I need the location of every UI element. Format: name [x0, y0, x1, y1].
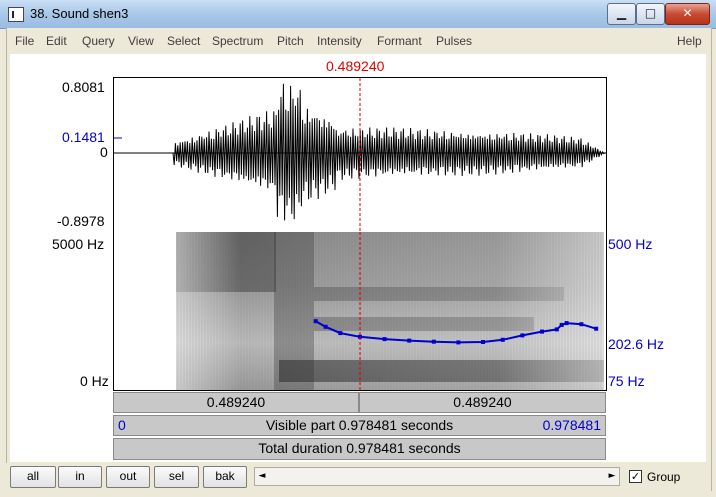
zoom-sel-button[interactable]: sel: [154, 466, 199, 488]
pitch-point: [323, 324, 328, 329]
pitch-point: [559, 322, 564, 327]
pitch-point: [594, 326, 599, 331]
pitch-point: [579, 322, 584, 327]
menu-bar: File Edit Query View Select Spectrum Pit…: [6, 30, 710, 52]
waveform-max-label: 0.8081: [62, 79, 105, 95]
pitch-value-label: 202.6 Hz: [608, 336, 665, 352]
pitch-point: [382, 337, 387, 342]
close-button[interactable]: ✕: [665, 3, 710, 25]
menu-help[interactable]: Help: [677, 34, 702, 48]
pitch-point: [338, 331, 343, 336]
menu-pulses[interactable]: Pulses: [436, 34, 472, 48]
cursor-time-label: 0.489240: [326, 58, 385, 74]
menu-formant[interactable]: Formant: [377, 34, 422, 48]
pitch-bottom-label: 75 Hz: [608, 373, 645, 389]
group-checkbox[interactable]: ✓: [629, 470, 642, 483]
pitch-point: [407, 338, 412, 343]
menu-spectrum[interactable]: Spectrum: [212, 34, 263, 48]
waveform-panel[interactable]: [113, 77, 607, 234]
menu-select[interactable]: Select: [167, 34, 200, 48]
menu-edit[interactable]: Edit: [46, 34, 67, 48]
menu-file[interactable]: File: [15, 34, 34, 48]
left-segment-bar[interactable]: 0.489240: [113, 392, 359, 413]
pitch-point: [564, 321, 569, 326]
maximize-button[interactable]: □: [636, 3, 665, 25]
right-segment-bar[interactable]: 0.489240: [359, 392, 606, 413]
visible-part-bar[interactable]: 0 Visible part 0.978481 seconds 0.978481: [113, 415, 606, 436]
menu-query[interactable]: Query: [82, 34, 115, 48]
pitch-point: [431, 339, 436, 344]
pitch-point: [520, 333, 525, 338]
menu-intensity[interactable]: Intensity: [317, 34, 362, 48]
minimize-button[interactable]: ▁: [607, 3, 636, 25]
menu-pitch[interactable]: Pitch: [277, 34, 304, 48]
zoom-back-button[interactable]: bak: [203, 466, 247, 488]
waveform-cursor-value-label: 0.1481: [62, 129, 105, 145]
app-icon: [8, 7, 24, 22]
horizontal-scrollbar[interactable]: ◄ ►: [254, 467, 620, 486]
total-duration-bar[interactable]: Total duration 0.978481 seconds: [113, 438, 606, 460]
pitch-point: [500, 337, 505, 342]
menu-view[interactable]: View: [128, 34, 154, 48]
pitch-point: [313, 319, 318, 324]
spectrogram-plot: [176, 232, 604, 390]
spectrogram-panel[interactable]: [113, 232, 607, 391]
pitch-point: [554, 327, 559, 332]
pitch-point: [456, 340, 461, 345]
scroll-left-icon[interactable]: ◄: [255, 468, 269, 485]
spectrogram-bottom-label: 0 Hz: [80, 373, 109, 389]
waveform-zero-label: 0: [100, 144, 108, 160]
spectrogram-top-label: 5000 Hz: [52, 236, 105, 252]
visible-part-label: Visible part 0.978481 seconds: [265, 417, 454, 433]
zoom-all-button[interactable]: all: [10, 466, 56, 488]
scroll-right-icon[interactable]: ►: [605, 468, 619, 485]
group-label: Group: [647, 470, 681, 484]
zoom-out-button[interactable]: out: [106, 466, 150, 488]
window-title: 38. Sound shen3: [30, 6, 129, 21]
pitch-point: [481, 340, 485, 344]
visible-end-label: 0.978481: [542, 417, 601, 433]
waveform-plot: [114, 78, 606, 233]
pitch-top-label: 500 Hz: [608, 236, 653, 252]
pitch-point: [540, 329, 544, 334]
waveform-min-label: -0.8978: [57, 213, 105, 229]
spectrogram-image: [176, 232, 604, 390]
visible-start-label: 0: [118, 417, 126, 433]
zoom-in-button[interactable]: in: [58, 466, 102, 488]
